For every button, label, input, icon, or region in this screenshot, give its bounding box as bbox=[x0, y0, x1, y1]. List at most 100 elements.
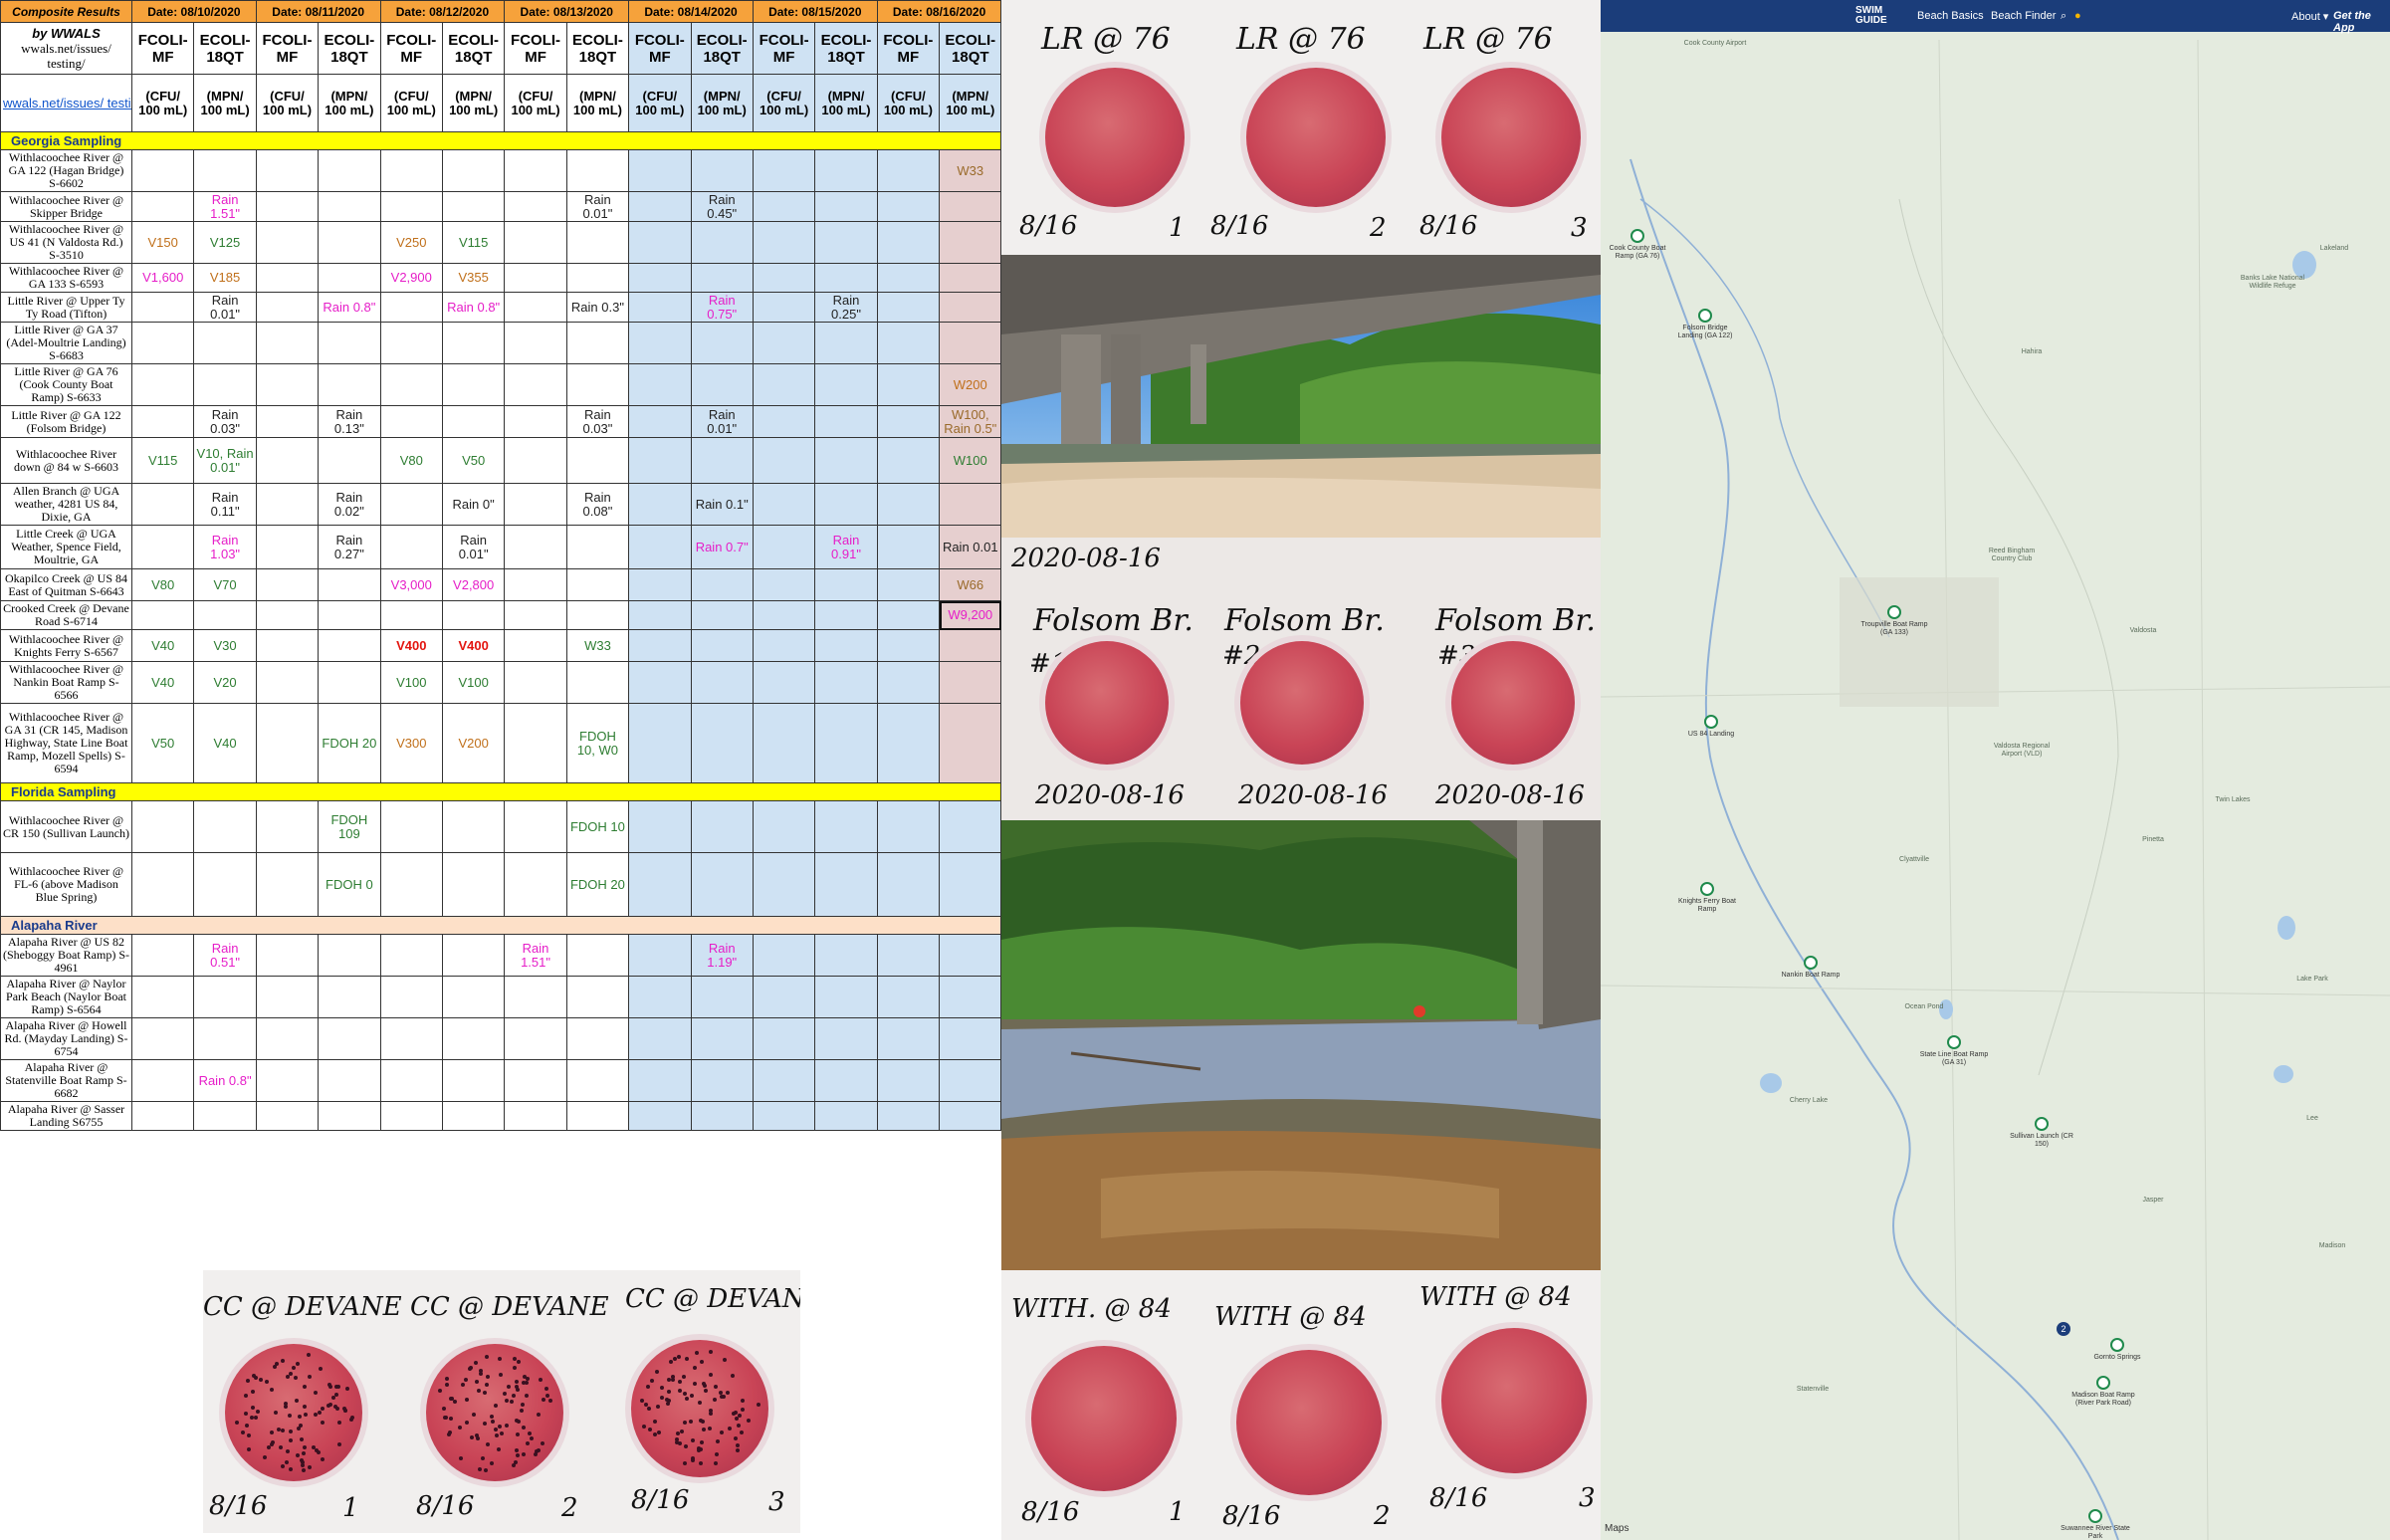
value-cell[interactable]: Rain 1.19" bbox=[690, 934, 754, 977]
value-cell[interactable] bbox=[504, 600, 567, 630]
value-cell[interactable] bbox=[939, 1059, 1002, 1102]
value-cell[interactable] bbox=[130, 322, 195, 364]
value-cell[interactable] bbox=[318, 437, 381, 484]
value-cell[interactable] bbox=[752, 600, 816, 630]
value-cell[interactable] bbox=[752, 976, 816, 1018]
value-cell[interactable] bbox=[628, 600, 692, 630]
value-cell[interactable] bbox=[876, 263, 941, 293]
value-cell[interactable] bbox=[193, 852, 257, 917]
value-cell[interactable]: W200 bbox=[939, 363, 1002, 406]
value-cell[interactable]: Rain 1.03" bbox=[193, 525, 257, 569]
value-cell[interactable] bbox=[379, 1101, 443, 1131]
value-cell[interactable] bbox=[504, 661, 567, 704]
value-cell[interactable]: V40 bbox=[130, 661, 195, 704]
beach-marker[interactable] bbox=[1704, 715, 1718, 729]
value-cell[interactable] bbox=[628, 263, 692, 293]
value-cell[interactable] bbox=[628, 1017, 692, 1060]
value-cell[interactable] bbox=[130, 1017, 195, 1060]
value-cell[interactable] bbox=[876, 800, 941, 853]
value-cell[interactable] bbox=[814, 221, 878, 264]
value-cell[interactable] bbox=[939, 292, 1002, 323]
value-cell[interactable] bbox=[318, 322, 381, 364]
value-cell[interactable] bbox=[565, 1059, 630, 1102]
value-cell[interactable] bbox=[628, 1059, 692, 1102]
value-cell[interactable] bbox=[130, 483, 195, 526]
location-cell[interactable]: Crooked Creek @ Devane Road S-6714 bbox=[0, 600, 132, 630]
value-cell[interactable]: Rain 0.45" bbox=[690, 191, 754, 222]
beach-marker[interactable] bbox=[1887, 605, 1901, 619]
value-cell[interactable] bbox=[441, 191, 506, 222]
value-cell[interactable] bbox=[504, 1101, 567, 1131]
value-cell[interactable] bbox=[193, 800, 257, 853]
value-cell[interactable] bbox=[130, 976, 195, 1018]
value-cell[interactable] bbox=[876, 437, 941, 484]
value-cell[interactable] bbox=[504, 976, 567, 1018]
value-cell[interactable] bbox=[876, 568, 941, 601]
value-cell[interactable] bbox=[565, 600, 630, 630]
value-cell[interactable] bbox=[379, 149, 443, 192]
value-cell[interactable] bbox=[193, 1101, 257, 1131]
value-cell[interactable]: Rain 0.13" bbox=[318, 405, 381, 438]
value-cell[interactable] bbox=[814, 263, 878, 293]
value-cell[interactable] bbox=[876, 525, 941, 569]
value-cell[interactable]: W100 bbox=[939, 437, 1002, 484]
location-cell[interactable]: Alapaha River @ US 82 (Sheboggy Boat Ram… bbox=[0, 934, 132, 977]
value-cell[interactable] bbox=[814, 703, 878, 783]
value-cell[interactable]: Rain 0.51" bbox=[193, 934, 257, 977]
value-cell[interactable]: V1,600 bbox=[130, 263, 195, 293]
value-cell[interactable] bbox=[318, 629, 381, 662]
value-cell[interactable] bbox=[814, 363, 878, 406]
value-cell[interactable] bbox=[814, 437, 878, 484]
value-cell[interactable] bbox=[752, 852, 816, 917]
value-cell[interactable] bbox=[565, 363, 630, 406]
value-cell[interactable] bbox=[752, 703, 816, 783]
value-cell[interactable] bbox=[565, 976, 630, 1018]
value-cell[interactable]: Rain 0.01" bbox=[441, 525, 506, 569]
value-cell[interactable] bbox=[504, 322, 567, 364]
swim-guide-logo[interactable]: SWIM GUIDE bbox=[1855, 6, 1887, 26]
value-cell[interactable] bbox=[690, 221, 754, 264]
value-cell[interactable] bbox=[628, 191, 692, 222]
value-cell[interactable]: Rain 0.27" bbox=[318, 525, 381, 569]
value-cell[interactable]: W100, Rain 0.5" bbox=[939, 405, 1002, 438]
value-cell[interactable]: Rain 0.03" bbox=[565, 405, 630, 438]
value-cell[interactable]: Rain 0.01 bbox=[939, 525, 1002, 569]
value-cell[interactable] bbox=[814, 800, 878, 853]
value-cell[interactable]: Rain 0" bbox=[441, 483, 506, 526]
value-cell[interactable] bbox=[379, 976, 443, 1018]
value-cell[interactable] bbox=[441, 976, 506, 1018]
value-cell[interactable]: Rain 0.91" bbox=[814, 525, 878, 569]
value-cell[interactable] bbox=[752, 263, 816, 293]
value-cell[interactable] bbox=[565, 1017, 630, 1060]
value-cell[interactable] bbox=[876, 1059, 941, 1102]
value-cell[interactable] bbox=[130, 149, 195, 192]
value-cell[interactable] bbox=[690, 976, 754, 1018]
value-cell[interactable]: V3,000 bbox=[379, 568, 443, 601]
value-cell[interactable] bbox=[379, 852, 443, 917]
beach-marker[interactable] bbox=[2088, 1509, 2102, 1523]
value-cell[interactable]: W33 bbox=[565, 629, 630, 662]
value-cell[interactable] bbox=[628, 934, 692, 977]
value-cell[interactable]: V100 bbox=[379, 661, 443, 704]
value-cell[interactable] bbox=[628, 483, 692, 526]
value-cell[interactable]: Rain 0.25" bbox=[814, 292, 878, 323]
value-cell[interactable] bbox=[379, 292, 443, 323]
beach-marker[interactable] bbox=[1804, 956, 1818, 970]
value-cell[interactable] bbox=[130, 800, 195, 853]
value-cell[interactable]: V2,900 bbox=[379, 263, 443, 293]
value-cell[interactable]: Rain 0.1" bbox=[690, 483, 754, 526]
value-cell[interactable] bbox=[628, 405, 692, 438]
value-cell[interactable] bbox=[690, 263, 754, 293]
value-cell[interactable] bbox=[504, 483, 567, 526]
value-cell[interactable]: Rain 0.08" bbox=[565, 483, 630, 526]
value-cell[interactable] bbox=[255, 661, 320, 704]
location-cell[interactable]: Withlacoochee River @ Knights Ferry S-65… bbox=[0, 629, 132, 662]
value-cell[interactable] bbox=[318, 1017, 381, 1060]
value-cell[interactable] bbox=[565, 322, 630, 364]
value-cell[interactable]: V150 bbox=[130, 221, 195, 264]
value-cell[interactable] bbox=[504, 852, 567, 917]
beach-marker[interactable] bbox=[1698, 309, 1712, 323]
value-cell[interactable]: V100 bbox=[441, 661, 506, 704]
beach-marker[interactable] bbox=[2096, 1376, 2110, 1390]
value-cell[interactable] bbox=[628, 149, 692, 192]
